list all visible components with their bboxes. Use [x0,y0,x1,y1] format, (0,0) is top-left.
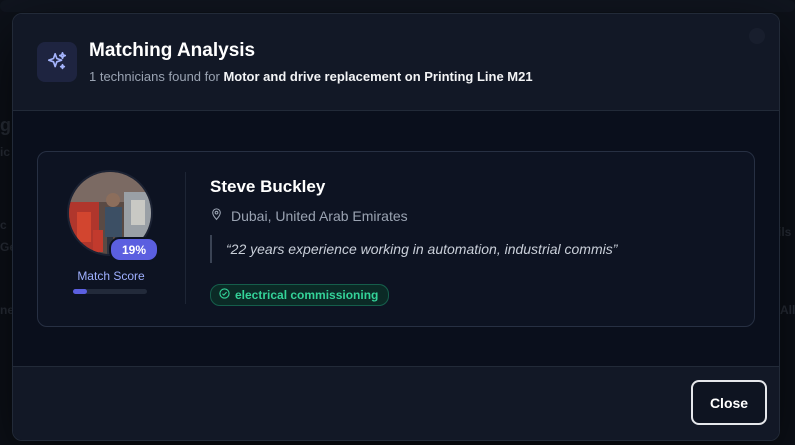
technician-name: Steve Buckley [210,177,326,196]
skill-tag-label: electrical commissioning [235,288,379,302]
match-score-label: Match Score [77,269,145,283]
match-score-bar [73,289,147,294]
close-x-button[interactable] [749,28,765,44]
skill-tag: electrical commissioning [210,284,390,306]
modal-subtitle: 1 technicians found for Motor and drive … [89,69,533,84]
technician-card[interactable]: 19% Match Score Steve Buckley Dubai, Uni… [37,151,755,327]
subtitle-count-text: 1 technicians found for [89,69,220,84]
sparkles-icon [37,42,77,82]
modal-title: Matching Analysis [89,40,256,61]
map-pin-icon [210,207,223,224]
match-score-badge: 19% [109,237,159,262]
match-score-bar-fill [73,289,88,294]
check-circle-icon [219,288,230,302]
card-divider [185,172,186,304]
experience-quote: “22 years experience working in automati… [210,235,617,263]
modal-footer: Close [13,366,779,440]
matching-analysis-modal: Matching Analysis 1 technicians found fo… [12,13,780,441]
location-text: Dubai, United Arab Emirates [231,207,408,224]
technician-location: Dubai, United Arab Emirates [210,207,408,224]
avatar-container: 19% [67,170,159,262]
modal-header: Matching Analysis 1 technicians found fo… [13,14,779,111]
close-button[interactable]: Close [691,380,767,425]
subtitle-task-name: Motor and drive replacement on Printing … [223,69,533,84]
